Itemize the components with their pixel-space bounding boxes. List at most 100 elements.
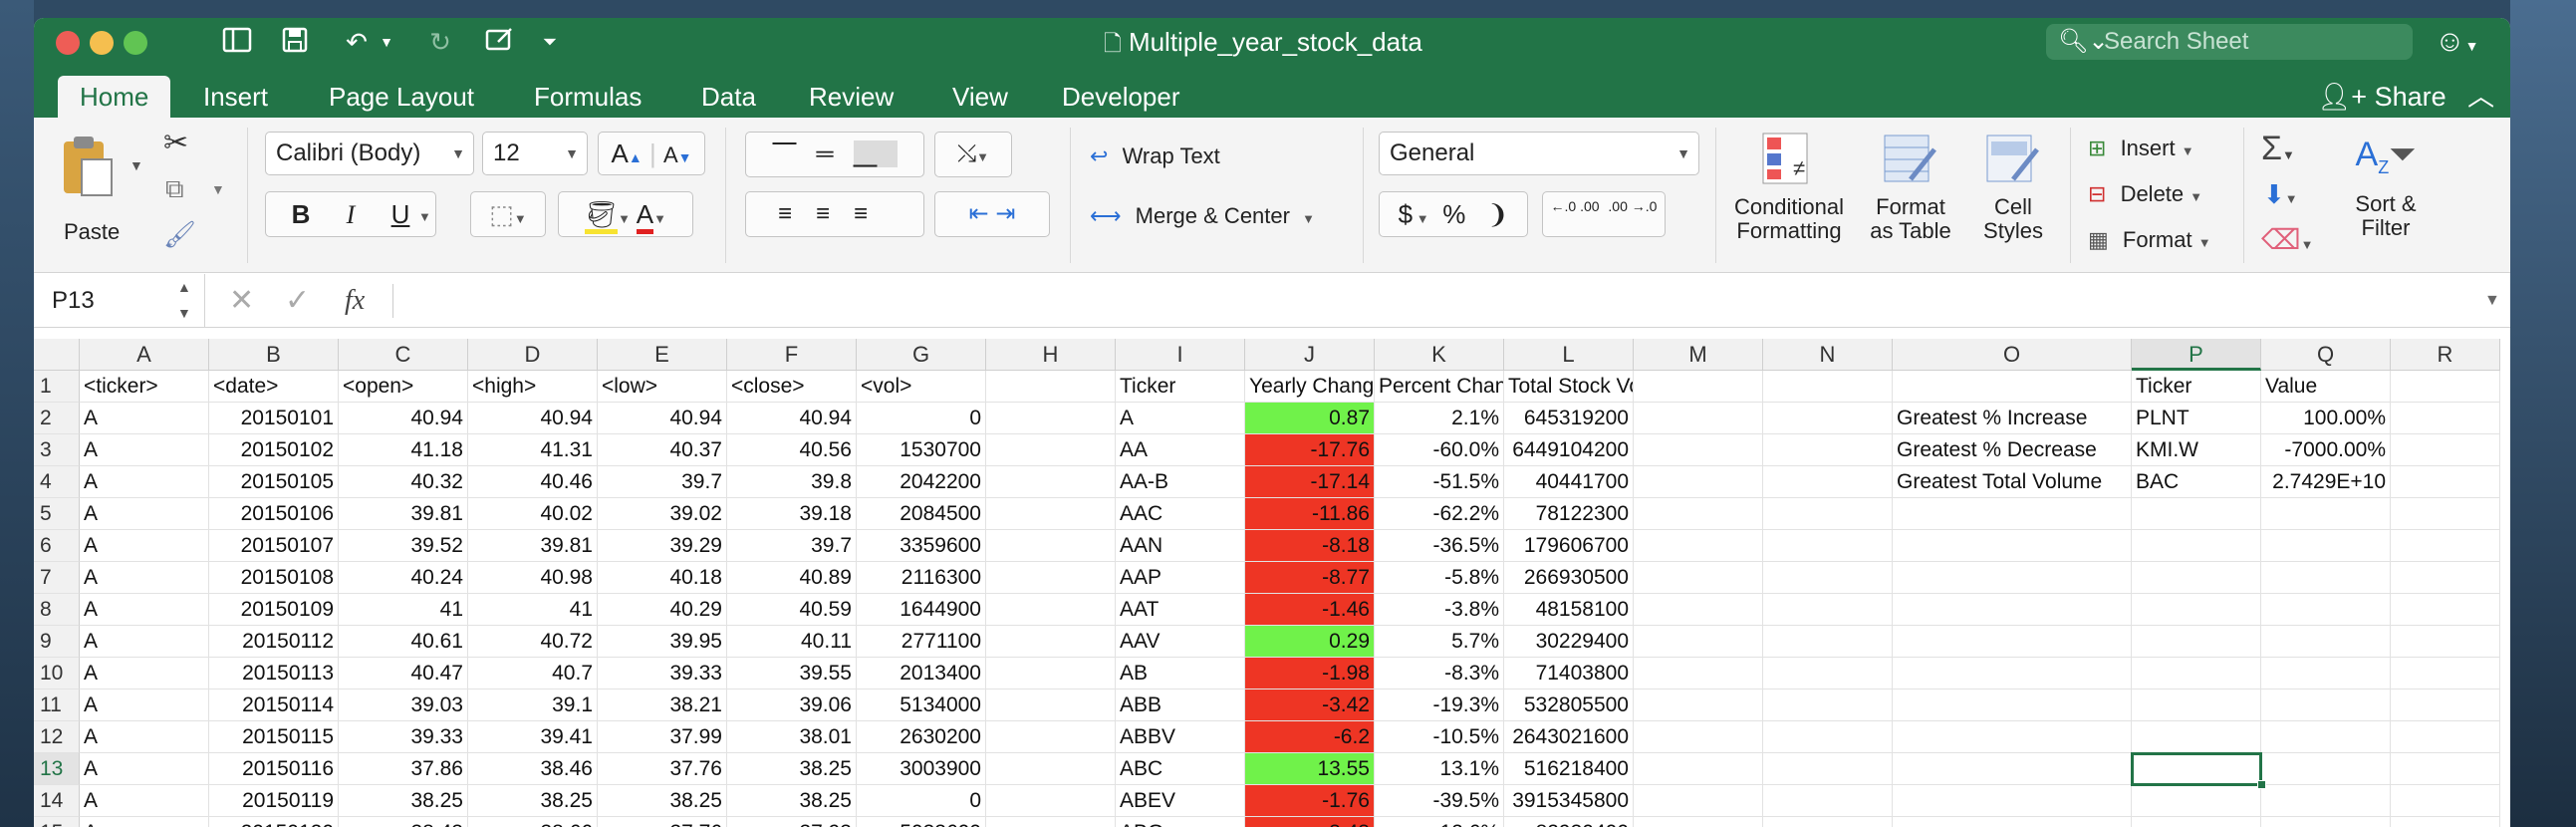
cell-h14[interactable] xyxy=(986,785,1116,817)
cell-d15[interactable]: 38.66 xyxy=(468,817,598,827)
cell-n12[interactable] xyxy=(1763,721,1893,753)
cell-f8[interactable]: 40.59 xyxy=(727,594,857,626)
cell-e10[interactable]: 39.33 xyxy=(598,658,727,689)
format-as-table-button[interactable]: Format as Table xyxy=(1859,130,1962,243)
cell-a5[interactable]: A xyxy=(80,498,209,530)
cell-o9[interactable] xyxy=(1893,626,2132,658)
cell-i9[interactable]: AAV xyxy=(1116,626,1245,658)
increase-decimal-button[interactable]: ←.0 .00 xyxy=(1548,192,1602,216)
cell-a10[interactable]: A xyxy=(80,658,209,689)
cell-l10[interactable]: 71403800 xyxy=(1504,658,1634,689)
tab-page-layout[interactable]: Page Layout xyxy=(329,76,474,118)
cell-a13[interactable]: A xyxy=(80,753,209,785)
fill-handle[interactable] xyxy=(2257,780,2266,789)
cell-l3[interactable]: 6449104200 xyxy=(1504,434,1634,466)
cell-m8[interactable] xyxy=(1634,594,1763,626)
cell-k11[interactable]: -19.3% xyxy=(1375,689,1504,721)
cell-e9[interactable]: 39.95 xyxy=(598,626,727,658)
cell-f12[interactable]: 38.01 xyxy=(727,721,857,753)
cell-g5[interactable]: 2084500 xyxy=(857,498,986,530)
cell-p7[interactable] xyxy=(2132,562,2261,594)
cell-k10[interactable]: -8.3% xyxy=(1375,658,1504,689)
cell-k4[interactable]: -51.5% xyxy=(1375,466,1504,498)
cell-e5[interactable]: 39.02 xyxy=(598,498,727,530)
copy-dropdown-icon[interactable]: ▼ xyxy=(211,181,225,197)
cell-j12[interactable]: -6.2 xyxy=(1245,721,1375,753)
format-cells-button[interactable]: ▦ Format ▼ xyxy=(2088,227,2211,253)
cell-c14[interactable]: 38.25 xyxy=(339,785,468,817)
cell-r10[interactable] xyxy=(2391,658,2500,689)
number-format-select[interactable]: General ▼ xyxy=(1379,132,1699,175)
insert-function-button[interactable]: fx xyxy=(345,274,365,328)
cell-q1[interactable]: Value xyxy=(2261,371,2391,403)
decrease-font-size-button[interactable]: A▼ xyxy=(663,142,692,167)
sort-filter-button[interactable]: AZ⏷ Sort & Filter xyxy=(2331,130,2441,240)
cell-q11[interactable] xyxy=(2261,689,2391,721)
cell-o8[interactable] xyxy=(1893,594,2132,626)
cell-q5[interactable] xyxy=(2261,498,2391,530)
cell-n8[interactable] xyxy=(1763,594,1893,626)
cell-f7[interactable]: 40.89 xyxy=(727,562,857,594)
cell-h2[interactable] xyxy=(986,403,1116,434)
cell-j15[interactable]: -8.48 xyxy=(1245,817,1375,827)
cell-i1[interactable]: Ticker xyxy=(1116,371,1245,403)
cell-q6[interactable] xyxy=(2261,530,2391,562)
cell-p2[interactable]: PLNT xyxy=(2132,403,2261,434)
cell-i12[interactable]: ABBV xyxy=(1116,721,1245,753)
cell-d5[interactable]: 40.02 xyxy=(468,498,598,530)
cell-n1[interactable] xyxy=(1763,371,1893,403)
cell-p14[interactable] xyxy=(2132,785,2261,817)
cell-i6[interactable]: AAN xyxy=(1116,530,1245,562)
cell-m10[interactable] xyxy=(1634,658,1763,689)
cell-c10[interactable]: 40.47 xyxy=(339,658,468,689)
paste-icon[interactable] xyxy=(58,134,128,203)
cell-f4[interactable]: 39.8 xyxy=(727,466,857,498)
increase-font-size-button[interactable]: A▲ xyxy=(612,138,643,168)
cell-a7[interactable]: A xyxy=(80,562,209,594)
cell-g15[interactable]: 5033600 xyxy=(857,817,986,827)
row-header-13[interactable]: 13 xyxy=(34,753,80,785)
cell-e4[interactable]: 39.7 xyxy=(598,466,727,498)
cell-g14[interactable]: 0 xyxy=(857,785,986,817)
cell-f9[interactable]: 40.11 xyxy=(727,626,857,658)
cell-j9[interactable]: 0.29 xyxy=(1245,626,1375,658)
cell-q7[interactable] xyxy=(2261,562,2391,594)
row-header-12[interactable]: 12 xyxy=(34,721,80,753)
cell-i11[interactable]: ABB xyxy=(1116,689,1245,721)
column-header-b[interactable]: B xyxy=(209,339,339,371)
cell-g3[interactable]: 1530700 xyxy=(857,434,986,466)
cell-h10[interactable] xyxy=(986,658,1116,689)
cell-h11[interactable] xyxy=(986,689,1116,721)
cell-b7[interactable]: 20150108 xyxy=(209,562,339,594)
cell-i14[interactable]: ABEV xyxy=(1116,785,1245,817)
cell-c12[interactable]: 39.33 xyxy=(339,721,468,753)
cell-b3[interactable]: 20150102 xyxy=(209,434,339,466)
cell-d2[interactable]: 40.94 xyxy=(468,403,598,434)
cell-c6[interactable]: 39.52 xyxy=(339,530,468,562)
cell-i2[interactable]: A xyxy=(1116,403,1245,434)
cell-g7[interactable]: 2116300 xyxy=(857,562,986,594)
cell-j4[interactable]: -17.14 xyxy=(1245,466,1375,498)
cell-i8[interactable]: AAT xyxy=(1116,594,1245,626)
cell-h12[interactable] xyxy=(986,721,1116,753)
minimize-window-button[interactable] xyxy=(90,31,114,55)
underline-dropdown-icon[interactable]: ▼ xyxy=(418,209,431,224)
cell-d6[interactable]: 39.81 xyxy=(468,530,598,562)
cell-l11[interactable]: 532805500 xyxy=(1504,689,1634,721)
cell-o4[interactable]: Greatest Total Volume xyxy=(1893,466,2132,498)
cell-a12[interactable]: A xyxy=(80,721,209,753)
cell-k9[interactable]: 5.7% xyxy=(1375,626,1504,658)
cell-g9[interactable]: 2771100 xyxy=(857,626,986,658)
cell-l14[interactable]: 3915345800 xyxy=(1504,785,1634,817)
cell-r12[interactable] xyxy=(2391,721,2500,753)
decrease-indent-icon[interactable]: ⇤ xyxy=(969,200,989,227)
tab-formulas[interactable]: Formulas xyxy=(534,76,642,118)
cell-r3[interactable] xyxy=(2391,434,2500,466)
cell-i3[interactable]: AA xyxy=(1116,434,1245,466)
cell-e7[interactable]: 40.18 xyxy=(598,562,727,594)
cell-d11[interactable]: 39.1 xyxy=(468,689,598,721)
column-header-f[interactable]: F xyxy=(727,339,857,371)
tab-home[interactable]: Home xyxy=(58,76,171,118)
cell-a4[interactable]: A xyxy=(80,466,209,498)
cell-o3[interactable]: Greatest % Decrease xyxy=(1893,434,2132,466)
